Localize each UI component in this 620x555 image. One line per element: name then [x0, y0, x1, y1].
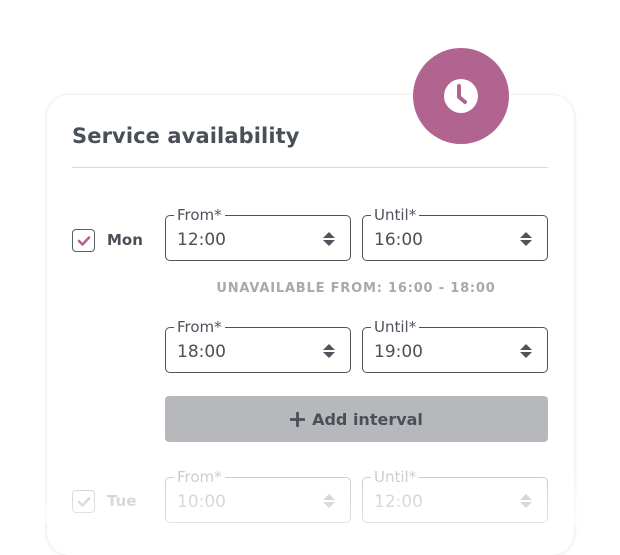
spinner-icon[interactable] — [519, 231, 533, 247]
field-label: From* — [174, 318, 225, 336]
plus-icon — [290, 411, 306, 427]
from-time-field[interactable]: From* 18:00 — [165, 318, 351, 373]
title-divider — [72, 167, 548, 168]
day-checkbox-tue[interactable] — [72, 490, 95, 513]
field-value: 12:00 — [374, 492, 423, 512]
add-interval-button[interactable]: Add interval — [165, 396, 548, 442]
spinner-icon[interactable] — [322, 493, 336, 509]
field-value: 12:00 — [177, 230, 226, 250]
field-label: Until* — [371, 318, 420, 336]
from-time-field[interactable]: From* 10:00 — [165, 468, 351, 523]
field-label: From* — [174, 206, 225, 224]
clock-icon — [444, 79, 478, 113]
until-time-field[interactable]: Until* 12:00 — [362, 468, 548, 523]
field-value: 18:00 — [177, 342, 226, 362]
day-label-tue: Tue — [107, 492, 137, 510]
until-time-field[interactable]: Until* 19:00 — [362, 318, 548, 373]
spinner-icon[interactable] — [519, 343, 533, 359]
field-label: From* — [174, 468, 225, 486]
clock-badge — [413, 48, 509, 144]
checkmark-icon — [77, 496, 90, 507]
day-label-mon: Mon — [107, 231, 143, 249]
spinner-icon[interactable] — [322, 343, 336, 359]
spinner-icon[interactable] — [322, 231, 336, 247]
page-title: Service availability — [72, 124, 300, 148]
field-label: Until* — [371, 206, 420, 224]
from-time-field[interactable]: From* 12:00 — [165, 206, 351, 261]
checkmark-icon — [77, 235, 90, 246]
field-value: 19:00 — [374, 342, 423, 362]
day-checkbox-mon[interactable] — [72, 229, 95, 252]
unavailable-gap-text: UNAVAILABLE FROM: 16:00 - 18:00 — [216, 281, 496, 296]
until-time-field[interactable]: Until* 16:00 — [362, 206, 548, 261]
field-label: Until* — [371, 468, 420, 486]
spinner-icon[interactable] — [519, 493, 533, 509]
add-interval-label: Add interval — [312, 409, 423, 429]
field-value: 16:00 — [374, 230, 423, 250]
field-value: 10:00 — [177, 492, 226, 512]
